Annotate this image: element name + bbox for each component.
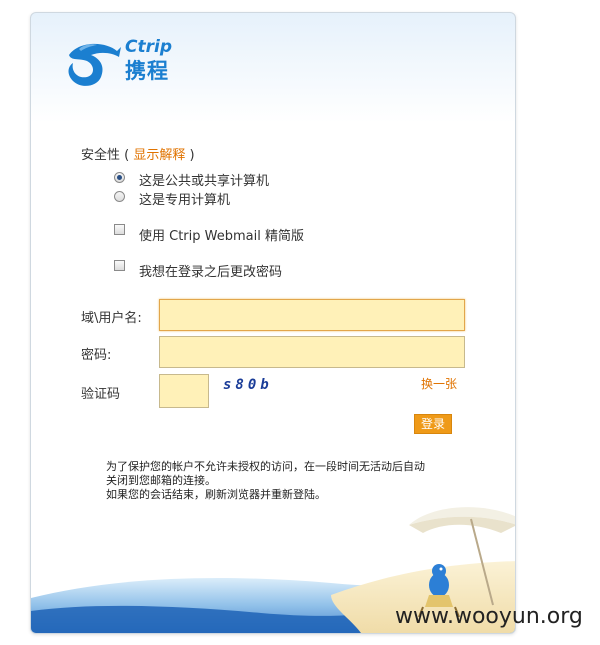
paren-close: ) [189,148,195,163]
captcha-image: s80b [223,377,273,393]
login-card: Ctrip 携程 安全性 ( 显示解释 ) 这是公共或共享计算机 这是专用计算机… [30,12,516,634]
watermark: www.wooyun.org [395,604,583,629]
radio-public-computer[interactable] [114,172,125,183]
username-input[interactable] [159,299,465,331]
change-password-checkbox[interactable] [114,260,125,271]
notice-line-3: 如果您的会话结束，刷新浏览器并重新登陆。 [106,488,326,501]
dolphin-icon [68,43,121,86]
refresh-captcha-link[interactable]: 换一张 [421,375,457,392]
notice-line-2: 关闭到您邮箱的连接。 [106,474,216,487]
paren-open: ( [124,148,130,163]
login-button[interactable]: 登录 [414,414,452,434]
brand-name-en: Ctrip [125,37,172,57]
captcha-input[interactable] [159,374,209,408]
notice-line-1: 为了保护您的帐户不允许未授权的访问，在一段时间无活动后自动 [106,460,425,473]
username-label: 域\用户名: [81,311,142,326]
security-row: 安全性 ( 显示解释 ) [81,144,195,163]
security-label: 安全性 [81,148,121,163]
light-version-label: 使用 Ctrip Webmail 精简版 [139,229,304,244]
password-label: 密码: [81,348,112,363]
radio-private-label: 这是专用计算机 [139,193,231,208]
session-notice: 为了保护您的帐户不允许未授权的访问，在一段时间无活动后自动 关闭到您邮箱的连接。… [106,460,425,502]
show-explanation-link[interactable]: 显示解释 [133,148,185,163]
light-version-checkbox[interactable] [114,224,125,235]
brand-name-cn: 携程 [125,59,169,83]
radio-private-computer[interactable] [114,191,125,202]
ctrip-logo: Ctrip 携程 [61,37,191,91]
change-password-label: 我想在登录之后更改密码 [139,265,283,280]
radio-public-label: 这是公共或共享计算机 [139,174,270,189]
captcha-label: 验证码 [81,387,121,402]
password-input[interactable] [159,336,465,368]
